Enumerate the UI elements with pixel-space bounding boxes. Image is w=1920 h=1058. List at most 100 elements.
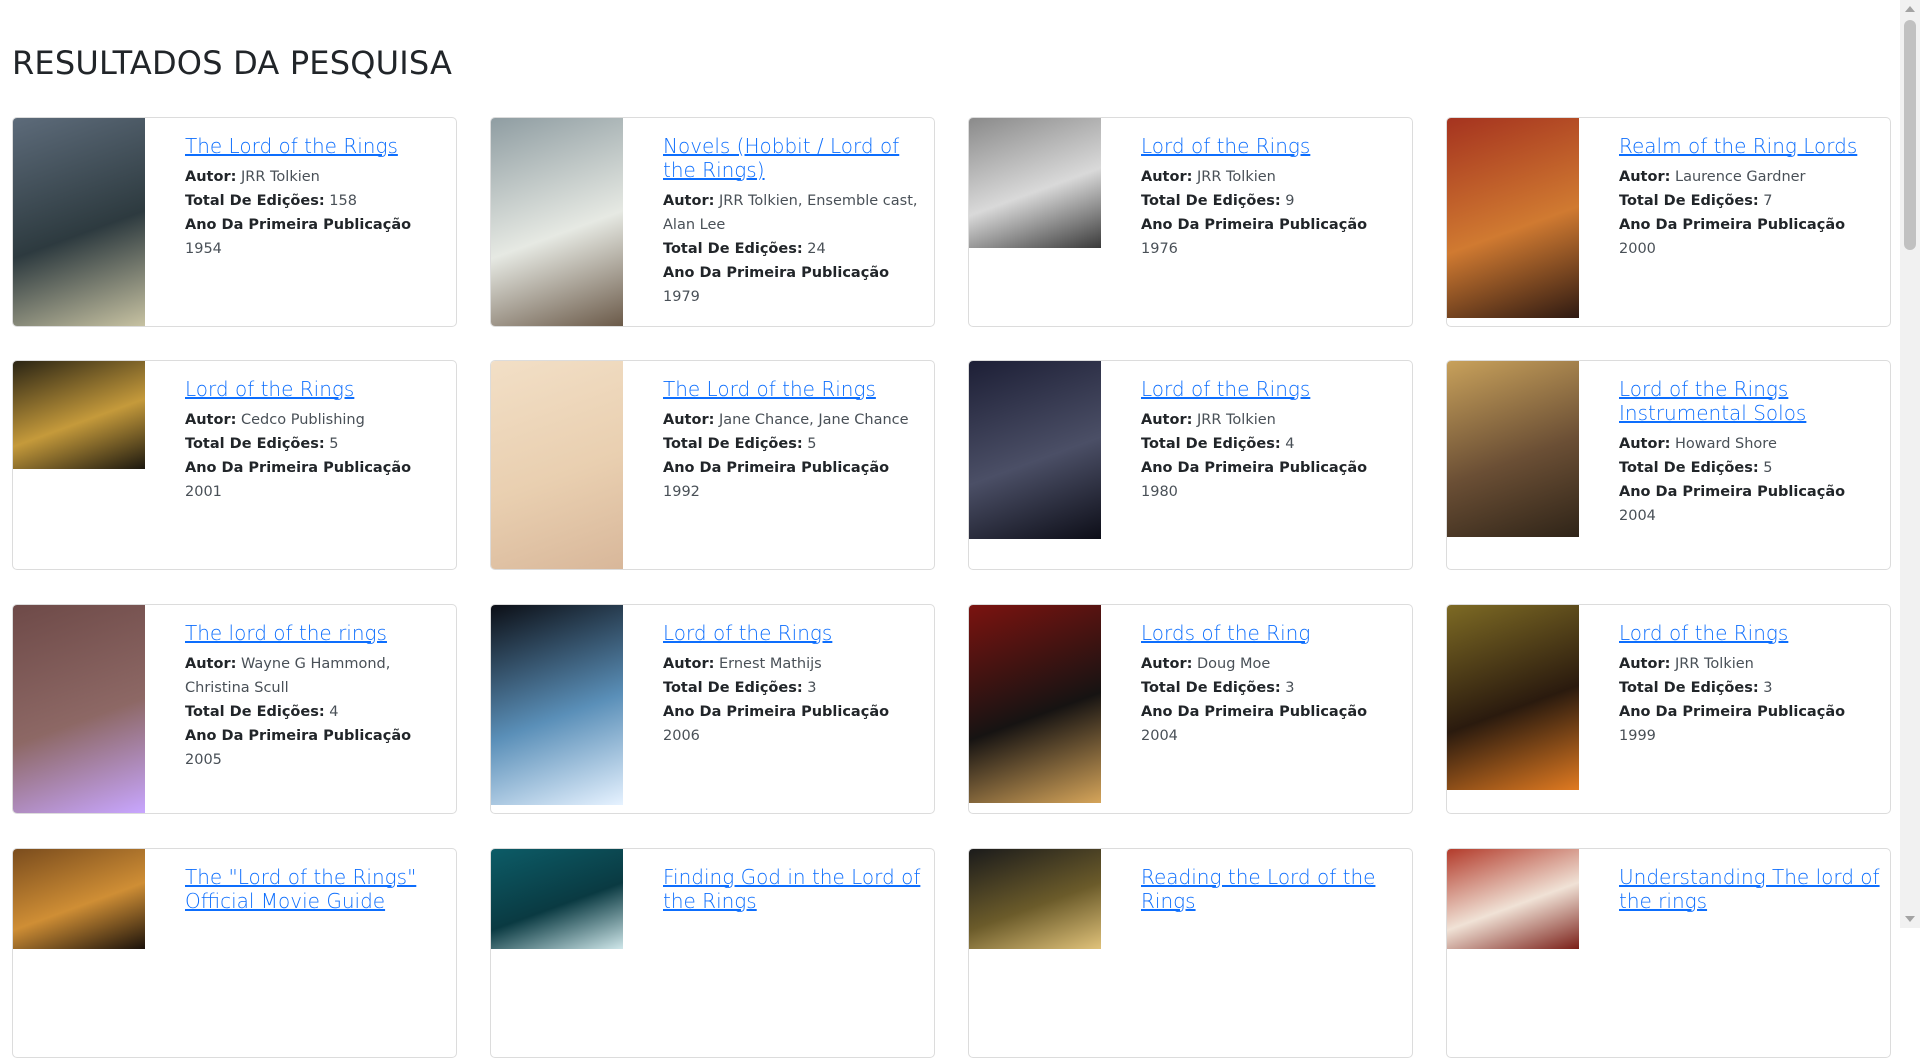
book-title-link[interactable]: The lord of the rings <box>185 621 447 645</box>
book-info: Lords of the Ring Autor: Doug Moe Total De… <box>1141 621 1403 748</box>
book-first-year: Ano Da Primeira Publicação 2004 <box>1141 700 1403 748</box>
book-first-year-value: 2006 <box>663 728 700 744</box>
book-editions-label: Total De Edições: <box>185 436 325 452</box>
book-author-value: Howard Shore <box>1675 436 1777 452</box>
book-editions-label: Total De Edições: <box>1619 460 1759 476</box>
book-editions-value: 5 <box>807 436 817 452</box>
book-cover-image[interactable] <box>13 849 145 1057</box>
book-editions-value: 3 <box>807 680 817 696</box>
book-first-year-value: 2000 <box>1619 241 1656 257</box>
book-author: Autor: Cedco Publishing <box>185 408 447 432</box>
book-first-year-label: Ano Da Primeira Publicação <box>1619 484 1846 500</box>
book-title-link[interactable]: Novels (Hobbit / Lord of the Rings) <box>663 134 925 182</box>
book-title-link[interactable]: Lord of the Rings <box>1141 377 1403 401</box>
book-cover-art <box>491 361 623 569</box>
book-first-year-value: 2004 <box>1619 508 1656 524</box>
book-title-link[interactable]: Lord of the Rings <box>1619 621 1881 645</box>
book-card: Novels (Hobbit / Lord of the Rings) Autor… <box>490 117 935 327</box>
book-cover-image[interactable] <box>491 361 623 569</box>
book-editions-label: Total De Edições: <box>663 680 803 696</box>
book-cover-image[interactable] <box>13 118 145 326</box>
book-cover-image[interactable] <box>1447 361 1579 569</box>
book-first-year-value: 1992 <box>663 484 700 500</box>
book-title-link[interactable]: Lord of the Rings Instrumental Solos <box>1619 377 1881 425</box>
book-author-value: JRR Tolkien <box>241 169 320 185</box>
book-author-label: Autor: <box>1619 656 1671 672</box>
book-cover-art <box>1447 605 1579 790</box>
book-title-link[interactable]: The Lord of the Rings <box>185 134 447 158</box>
book-author-value: JRR Tolkien <box>1197 412 1276 428</box>
book-author: Autor: JRR Tolkien <box>1141 408 1403 432</box>
book-card: The "Lord of the Rings" Official Movie G… <box>12 848 457 1058</box>
book-title-link[interactable]: The "Lord of the Rings" Official Movie G… <box>185 865 447 913</box>
book-first-year-label: Ano Da Primeira Publicação <box>663 265 890 281</box>
book-card: Finding God in the Lord of the Rings <box>490 848 935 1058</box>
book-first-year: Ano Da Primeira Publicação 1999 <box>1619 700 1881 748</box>
book-editions-label: Total De Edições: <box>1141 680 1281 696</box>
book-first-year-label: Ano Da Primeira Publicação <box>663 460 890 476</box>
book-editions: Total De Edições: 5 <box>185 432 447 456</box>
book-editions-label: Total De Edições: <box>1619 193 1759 209</box>
book-title-link[interactable]: The Lord of the Rings <box>663 377 925 401</box>
book-author: Autor: Wayne G Hammond, Christina Scull <box>185 652 447 700</box>
book-info: Lord of the Rings Autor: JRR Tolkien Total… <box>1619 621 1881 748</box>
book-editions: Total De Edições: 158 <box>185 189 447 213</box>
book-author: Autor: JRR Tolkien <box>1141 165 1403 189</box>
book-info: Novels (Hobbit / Lord of the Rings) Autor… <box>663 134 925 309</box>
book-title-link[interactable]: Finding God in the Lord of the Rings <box>663 865 925 913</box>
book-title-link[interactable]: Understanding The lord of the rings <box>1619 865 1881 913</box>
book-cover-image[interactable] <box>969 361 1101 569</box>
book-first-year-value: 1979 <box>663 289 700 305</box>
book-title-link[interactable]: Lords of the Ring <box>1141 621 1403 645</box>
book-editions-label: Total De Edições: <box>1141 436 1281 452</box>
book-cover-image[interactable] <box>491 605 623 813</box>
book-cover-art <box>969 118 1101 248</box>
book-info: Lord of the Rings Autor: Ernest Mathijs To… <box>663 621 925 748</box>
vertical-scrollbar[interactable] <box>1900 0 1920 928</box>
book-title-link[interactable]: Lord of the Rings <box>663 621 925 645</box>
book-cover-image[interactable] <box>491 849 623 1057</box>
book-first-year-label: Ano Da Primeira Publicação <box>663 704 890 720</box>
book-first-year-value: 1954 <box>185 241 222 257</box>
book-editions: Total De Edições: 3 <box>1141 676 1403 700</box>
book-card: The lord of the rings Autor: Wayne G Hamm… <box>12 604 457 814</box>
book-editions-label: Total De Edições: <box>185 704 325 720</box>
book-info: The Lord of the Rings Autor: Jane Chance,… <box>663 377 925 504</box>
book-author: Autor: Doug Moe <box>1141 652 1403 676</box>
book-author-value: Jane Chance, Jane Chance <box>719 412 909 428</box>
book-card: Lord of the Rings Autor: JRR Tolkien Total… <box>968 117 1413 327</box>
book-author-label: Autor: <box>1141 412 1193 428</box>
book-author-value: Cedco Publishing <box>241 412 365 428</box>
book-title-link[interactable]: Lord of the Rings <box>185 377 447 401</box>
book-author: Autor: Jane Chance, Jane Chance <box>663 408 925 432</box>
book-title-link[interactable]: Reading the Lord of the Rings <box>1141 865 1403 913</box>
book-info: Lord of the Rings Instrumental Solos Auto… <box>1619 377 1881 528</box>
book-editions-label: Total De Edições: <box>663 241 803 257</box>
book-editions-label: Total De Edições: <box>1141 193 1281 209</box>
book-info: Lord of the Rings Autor: JRR Tolkien Total… <box>1141 134 1403 261</box>
book-first-year-value: 1999 <box>1619 728 1656 744</box>
book-cover-art <box>1447 118 1579 318</box>
book-info: The "Lord of the Rings" Official Movie G… <box>185 865 447 920</box>
book-cover-image[interactable] <box>969 118 1101 326</box>
book-title-link[interactable]: Realm of the Ring Lords <box>1619 134 1881 158</box>
book-cover-art <box>1447 361 1579 537</box>
scrollbar-thumb[interactable] <box>1904 20 1916 250</box>
book-cover-image[interactable] <box>491 118 623 326</box>
book-info: Finding God in the Lord of the Rings <box>663 865 925 920</box>
scroll-down-arrow-icon[interactable] <box>1905 916 1915 922</box>
book-cover-image[interactable] <box>1447 118 1579 326</box>
book-author: Autor: Howard Shore <box>1619 432 1881 456</box>
book-cover-image[interactable] <box>13 605 145 813</box>
book-author-label: Autor: <box>663 656 715 672</box>
book-cover-image[interactable] <box>1447 849 1579 1057</box>
book-first-year-value: 2001 <box>185 484 222 500</box>
book-cover-image[interactable] <box>13 361 145 569</box>
book-cover-image[interactable] <box>969 605 1101 813</box>
page-title: RESULTADOS DA PESQUISA <box>12 44 453 82</box>
book-title-link[interactable]: Lord of the Rings <box>1141 134 1403 158</box>
book-cover-image[interactable] <box>1447 605 1579 813</box>
book-first-year: Ano Da Primeira Publicação 1979 <box>663 261 925 309</box>
scroll-up-arrow-icon[interactable] <box>1905 6 1915 12</box>
book-cover-image[interactable] <box>969 849 1101 1057</box>
